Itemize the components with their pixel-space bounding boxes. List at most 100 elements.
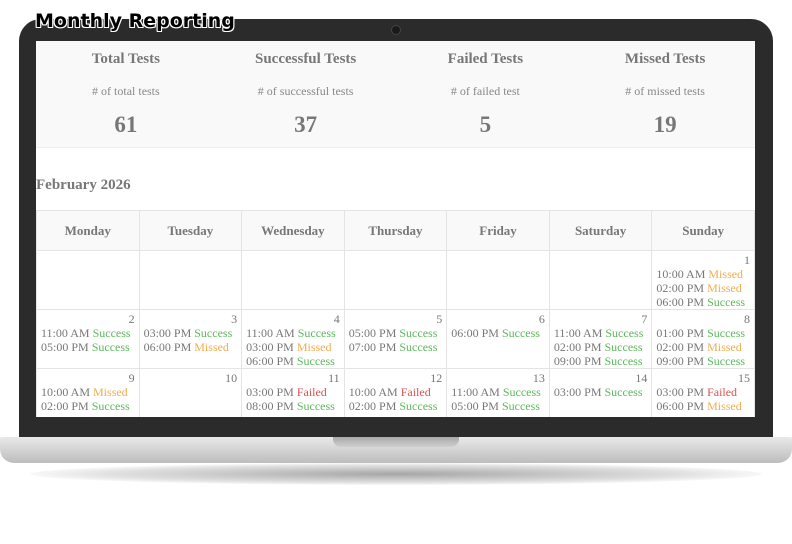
calendar-day-cell[interactable]: 6 06:00 PM Success xyxy=(446,309,550,369)
event-time: 05:00 PM xyxy=(348,326,397,340)
calendar-day-cell[interactable]: 9 10:00 AM Missed 02:00 PM Success xyxy=(36,368,140,417)
stat-title: Missed Tests xyxy=(624,51,706,67)
event-status: Success xyxy=(296,399,335,413)
event-status: Failed xyxy=(707,385,738,399)
calendar-day-cell[interactable]: 13 11:00 AM Success 05:00 PM Success xyxy=(446,368,550,417)
day-number: 5 xyxy=(436,312,443,326)
day-number: 3 xyxy=(231,312,238,326)
stat-total: Total Tests # of total tests 61 xyxy=(36,41,216,147)
test-event[interactable]: 08:00 PM Success xyxy=(246,399,340,413)
day-number: 2 xyxy=(128,312,135,326)
weekday-header-sunday: Sunday xyxy=(651,210,755,251)
test-event[interactable]: 06:00 PM Success xyxy=(451,326,545,340)
event-status: Success xyxy=(604,340,643,354)
calendar-day-cell[interactable]: 5 05:00 PM Success 07:00 PM Success xyxy=(343,309,448,369)
calendar-day-cell[interactable]: 12 10:00 AM Failed 02:00 PM Success xyxy=(343,368,448,417)
calendar-day-cell[interactable]: 11 03:00 PM Failed 08:00 PM Success xyxy=(241,368,345,417)
test-event[interactable]: 03:00 PM Failed xyxy=(656,385,750,399)
test-event[interactable]: 09:00 PM Success xyxy=(554,354,648,368)
stat-title: Total Tests xyxy=(91,51,160,67)
laptop-hinge-notch xyxy=(333,437,459,447)
event-time: 10:00 AM xyxy=(656,267,706,281)
event-status: Success xyxy=(91,399,130,413)
test-event[interactable]: 02:00 PM Success xyxy=(41,399,135,413)
test-event[interactable]: 11:00 AM Success xyxy=(451,385,545,399)
event-status: Missed xyxy=(296,340,332,354)
test-event[interactable]: 09:00 PM Success xyxy=(656,354,750,368)
calendar-month-title: February 2026 xyxy=(36,177,131,193)
test-event[interactable]: 05:00 PM Success xyxy=(41,340,135,354)
event-time: 01:00 PM xyxy=(656,326,705,340)
event-status: Success xyxy=(501,399,540,413)
event-time: 09:00 PM xyxy=(553,354,602,368)
test-event[interactable]: 03:00 PM Missed xyxy=(246,340,340,354)
event-time: 02:00 PM xyxy=(348,399,397,413)
event-status: Missed xyxy=(708,267,744,281)
test-event[interactable]: 02:00 PM Success xyxy=(349,399,443,413)
weekday-header-thursday: Thursday xyxy=(343,210,448,251)
test-event[interactable]: 03:00 PM Success xyxy=(144,326,238,340)
calendar-day-cell[interactable]: 3 03:00 PM Success 06:00 PM Missed xyxy=(138,309,243,369)
weekday-header-friday: Friday xyxy=(446,210,550,251)
event-time: 02:00 PM xyxy=(553,340,602,354)
day-number: 8 xyxy=(744,312,750,326)
event-status: Missed xyxy=(707,340,742,354)
test-event[interactable]: 06:00 PM Success xyxy=(656,295,750,309)
stat-missed: Missed Tests # of missed tests 19 xyxy=(575,41,755,147)
test-event[interactable]: 05:00 PM Success xyxy=(349,326,443,340)
stat-value: 5 xyxy=(479,112,492,137)
event-status: Success xyxy=(502,385,541,399)
test-event[interactable]: 06:00 PM Missed xyxy=(144,340,238,354)
weekday-header-monday: Monday xyxy=(36,210,140,251)
day-number: 1 xyxy=(744,253,750,267)
calendar-day-cell[interactable]: 14 03:00 PM Success xyxy=(548,368,653,417)
laptop-shadow xyxy=(30,463,762,485)
event-status: Success xyxy=(92,326,131,340)
test-event[interactable]: 07:00 PM Success xyxy=(349,340,443,354)
test-event[interactable]: 05:00 PM Success xyxy=(451,399,545,413)
calendar-day-cell[interactable]: 10 xyxy=(138,368,243,417)
test-event[interactable]: 10:00 AM Missed xyxy=(656,267,750,281)
event-time: 05:00 PM xyxy=(41,340,89,354)
calendar-day-cell xyxy=(548,250,653,310)
test-event[interactable]: 02:00 PM Success xyxy=(554,340,648,354)
test-event[interactable]: 11:00 AM Success xyxy=(246,326,340,340)
event-status: Success xyxy=(399,399,438,413)
calendar-week-row: 1 10:00 AM Missed 02:00 PM Missed 06:00 PM … xyxy=(36,250,755,310)
test-event[interactable]: 10:00 AM Failed xyxy=(349,385,443,399)
laptop-screen: Total Tests # of total tests 61 Successf… xyxy=(36,41,755,417)
weekday-header-row: Monday Tuesday Wednesday Thursday Friday Satu… xyxy=(36,210,755,251)
day-number: 11 xyxy=(328,371,340,385)
event-time: 11:00 AM xyxy=(41,326,90,340)
calendar-day-cell[interactable]: 8 01:00 PM Success 02:00 PM Missed 09:00 PM… xyxy=(651,309,755,369)
event-time: 03:00 PM xyxy=(246,385,294,399)
test-event[interactable]: 06:00 PM Success xyxy=(246,354,340,368)
test-event[interactable]: 01:00 PM Success xyxy=(656,326,750,340)
stat-value: 37 xyxy=(294,112,318,137)
calendar-day-cell[interactable]: 2 11:00 AM Success 05:00 PM Success xyxy=(36,309,140,369)
calendar-day-cell[interactable]: 1 10:00 AM Missed 02:00 PM Missed 06:00 PM … xyxy=(651,250,755,310)
calendar-body: 1 10:00 AM Missed 02:00 PM Missed 06:00 PM … xyxy=(36,250,755,417)
event-time: 06:00 PM xyxy=(656,399,705,413)
stat-successful: Successful Tests # of successful tests 3… xyxy=(216,41,396,147)
event-status: Missed xyxy=(93,385,128,399)
test-event[interactable]: 11:00 AM Success xyxy=(554,326,648,340)
event-status: Success xyxy=(296,354,335,368)
test-event[interactable]: 02:00 PM Missed xyxy=(656,281,750,295)
calendar-day-cell[interactable]: 7 11:00 AM Success 02:00 PM Success 09:00 P… xyxy=(548,309,653,369)
calendar-day-cell xyxy=(343,250,448,310)
event-time: 06:00 PM xyxy=(143,340,192,354)
calendar-day-cell[interactable]: 15 03:00 PM Failed 06:00 PM Missed xyxy=(651,368,755,417)
test-event[interactable]: 11:00 AM Success xyxy=(41,326,135,340)
calendar-day-cell[interactable]: 4 11:00 AM Success 03:00 PM Missed 06:00 PM… xyxy=(241,309,345,369)
test-event[interactable]: 02:00 PM Missed xyxy=(656,340,750,354)
event-status: Success xyxy=(399,340,438,354)
test-event[interactable]: 03:00 PM Success xyxy=(554,385,648,399)
calendar-week-row: 9 10:00 AM Missed 02:00 PM Success 10 11 03:0… xyxy=(36,368,755,417)
test-event[interactable]: 10:00 AM Missed xyxy=(41,385,135,399)
stat-subtitle: # of total tests xyxy=(92,84,160,98)
test-event[interactable]: 06:00 PM Missed xyxy=(656,399,750,413)
stat-title: Successful Tests xyxy=(254,51,357,67)
test-event[interactable]: 03:00 PM Failed xyxy=(246,385,340,399)
day-number: 6 xyxy=(538,312,545,326)
